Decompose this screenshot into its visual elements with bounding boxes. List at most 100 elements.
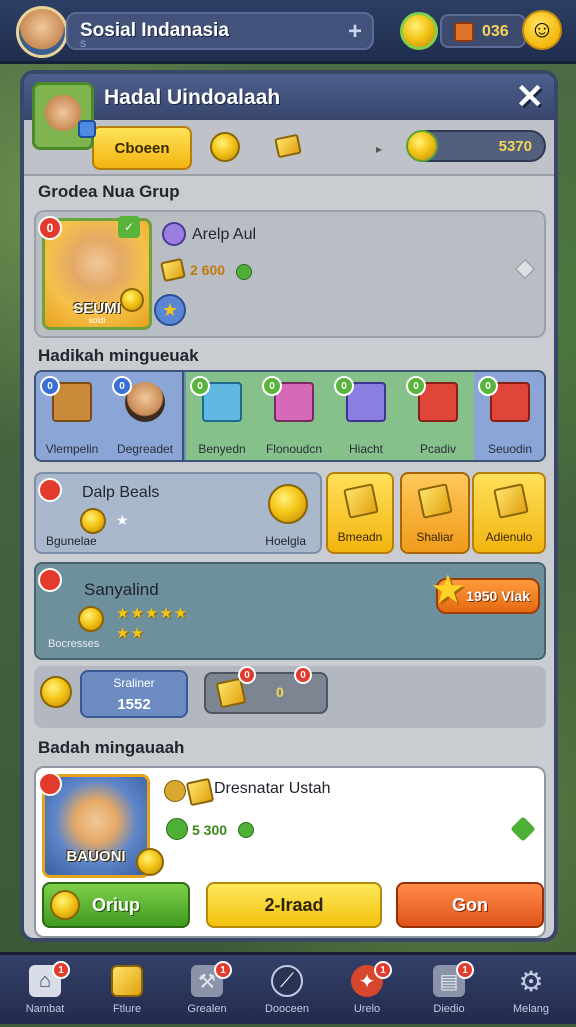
gift-label: Flonoudcn xyxy=(265,442,323,456)
featured-value: 5 300 xyxy=(192,822,228,838)
nav-label: Melang xyxy=(512,1003,550,1015)
player-avatar[interactable] xyxy=(32,82,94,150)
gift-label: Seuodin xyxy=(487,442,533,456)
star-icon[interactable]: ★ xyxy=(154,294,186,326)
character-subtitle: soldi xyxy=(88,316,106,325)
coin-icon xyxy=(50,890,80,920)
rank-pill[interactable]: Sraliner 1552 xyxy=(80,670,188,718)
resource-value: 0 xyxy=(276,684,284,700)
badge-icon xyxy=(78,120,96,138)
header-row: Cboeen ▸ 5370 xyxy=(24,120,554,176)
deals-card[interactable]: Dalp Beals ★ Bgunelae Hoelgla xyxy=(34,472,322,554)
deal-tile[interactable]: Adienulo xyxy=(472,472,546,554)
star-icon: ★ xyxy=(430,568,466,612)
notification-badge: 0 xyxy=(112,376,132,396)
deal-tile-label: Bmeadn xyxy=(337,530,383,544)
nav-item-store[interactable]: Ftlure xyxy=(86,955,168,1027)
star-icon: ★ xyxy=(116,512,129,528)
gold-block-icon xyxy=(185,777,215,807)
deal-tile[interactable]: Bmeadn xyxy=(326,472,394,554)
dot-icon: ▸ xyxy=(376,142,383,156)
group-card[interactable]: SEUMI soldi 0 ✓ Arelp Aul 2 600 ★ xyxy=(34,210,546,338)
nav-label: Urelo xyxy=(353,1003,381,1015)
gift-label: Hiacht xyxy=(348,442,383,456)
cube-icon xyxy=(111,965,143,997)
notification-badge: 0 xyxy=(40,376,60,396)
button-label: Oriup xyxy=(92,894,140,915)
panel-header: Hadal Uindoalaah ✕ xyxy=(24,74,554,120)
currency-value: 036 xyxy=(482,23,509,40)
smiley-icon[interactable]: ☺ xyxy=(522,10,562,50)
coin-icon xyxy=(120,288,144,312)
coin-icon xyxy=(136,848,164,876)
gem-icon xyxy=(454,22,474,42)
plus-icon[interactable]: + xyxy=(348,18,362,46)
gift-tile[interactable]: Hiacht 0 xyxy=(330,372,402,460)
user-avatar[interactable] xyxy=(16,6,68,58)
nav-item-craft[interactable]: ⚒ 1 Grealen xyxy=(166,955,248,1027)
gift-row: Vlempelin 0 Degreadet 0 Benyedn 0 Flonou… xyxy=(34,370,546,462)
nav-label: Diedio xyxy=(433,1003,465,1015)
gift-tile[interactable]: Degreadet 0 xyxy=(108,372,184,460)
notification-badge xyxy=(38,772,62,796)
nav-item-timer[interactable]: ⟋ Dooceen xyxy=(246,955,328,1027)
nav-label: Nambat xyxy=(25,1003,65,1015)
gift-tile[interactable]: Pcadiv 0 xyxy=(402,372,474,460)
supplied-subtitle: Bocresses xyxy=(48,638,100,650)
notification-badge: 0 xyxy=(294,666,312,684)
deals-subtitle: Bgunelae xyxy=(46,534,97,548)
nav-item-events[interactable]: ✦ 1 Urelo xyxy=(326,955,408,1027)
clock-icon: ⟋ xyxy=(271,965,303,997)
title-pill[interactable]: Sosial Indanasia S + xyxy=(66,12,374,50)
gift-label: Benyedn xyxy=(198,442,246,456)
currency-pill[interactable]: 036 xyxy=(440,14,526,48)
nav-item-home[interactable]: ⌂ 1 Nambat xyxy=(4,955,86,1027)
deals-right-label: Hoelgla xyxy=(265,534,306,548)
gem-icon xyxy=(162,222,186,246)
app-title: Sosial Indanasia xyxy=(80,20,229,41)
nav-label: Grealen xyxy=(187,1003,227,1015)
group-name: Arelp Aul xyxy=(192,226,257,243)
rank-value: 1552 xyxy=(117,696,151,713)
app-subtitle: S xyxy=(80,39,87,49)
panel-title: Hadal Uindoalaah xyxy=(104,86,281,109)
close-icon[interactable]: ✕ xyxy=(516,80,545,114)
oriup-button[interactable]: Oriup xyxy=(42,882,190,928)
diamond-icon[interactable] xyxy=(515,259,535,279)
gift-tile[interactable]: Vlempelin 0 xyxy=(36,372,108,460)
supplied-title: Sanyalind xyxy=(84,580,159,599)
notification-badge: 0 xyxy=(478,376,498,396)
coin-balance-bar: 5370 xyxy=(406,130,546,162)
plus-icon xyxy=(236,264,252,280)
coin-icon xyxy=(78,606,104,632)
featured-title: Dresnatar Ustah xyxy=(214,780,331,797)
top-bar: Sosial Indanasia S + 036 ☺ xyxy=(0,0,576,64)
iraad-button[interactable]: 2-Iraad xyxy=(206,882,382,928)
rating-stars: ★★ xyxy=(116,625,145,642)
arrow-icon[interactable] xyxy=(510,816,536,842)
notification-badge: 1 xyxy=(374,961,392,979)
nav-label: Dooceen xyxy=(264,1003,310,1015)
supplied-card[interactable]: Sanyalind ★★★★★ ★★ Bocresses 1950 Vlak ★ xyxy=(34,562,546,660)
nav-item-settings[interactable]: ⚙ Melang xyxy=(490,955,572,1027)
gift-tile[interactable]: Benyedn 0 xyxy=(186,372,258,460)
notification-badge: 0 xyxy=(38,216,62,240)
deal-tile[interactable]: Shaliar xyxy=(400,472,470,554)
coin-icon xyxy=(80,508,106,534)
deals-title: Dalp Beals xyxy=(82,484,160,501)
coin-row: Sraliner 1552 0 0 0 xyxy=(34,666,546,728)
gift-tile[interactable]: Seuodin 0 xyxy=(474,372,544,460)
choose-button[interactable]: Cboeen xyxy=(92,126,192,170)
coin-icon[interactable] xyxy=(400,12,438,50)
notification-badge: 0 xyxy=(334,376,354,396)
nav-item-cards[interactable]: ▤ 1 Diedio xyxy=(408,955,490,1027)
gold-block-icon xyxy=(417,483,453,519)
resource-pill[interactable]: 0 0 0 xyxy=(204,666,328,714)
coin-icon xyxy=(210,132,240,162)
gift-tile[interactable]: Flonoudcn 0 xyxy=(258,372,330,460)
rating-stars: ★★★★★ xyxy=(116,605,189,622)
gon-button[interactable]: Gon xyxy=(396,882,544,928)
gold-block-icon xyxy=(343,483,379,519)
value-pill-text: 1950 Vlak xyxy=(466,588,530,604)
notification-badge: 0 xyxy=(406,376,426,396)
